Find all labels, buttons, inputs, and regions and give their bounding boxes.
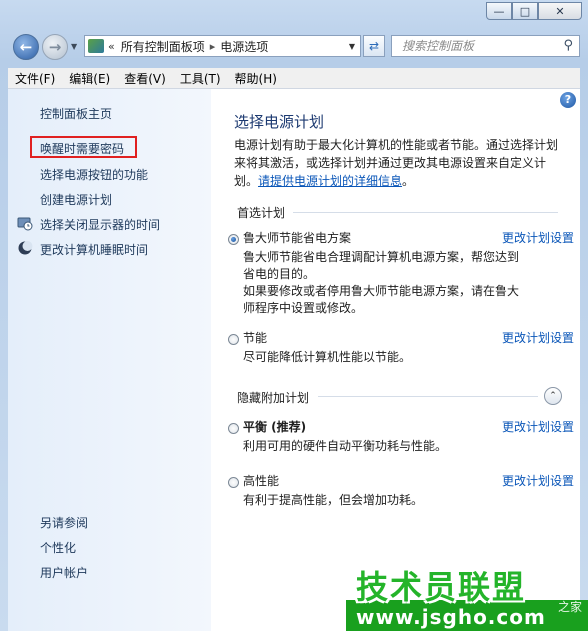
sidebar-item-change-sleep-time[interactable]: 更改计算机睡眠时间 <box>40 241 148 258</box>
intro-suffix: 。 <box>402 174 415 188</box>
address-bar[interactable]: « 所有控制面板项 ▸ 电源选项 ▼ <box>84 35 361 57</box>
menu-file[interactable]: 文件(F) <box>8 70 62 87</box>
plan-ludashi-change-settings[interactable]: 更改计划设置 <box>502 229 574 246</box>
main-panel: ? 选择电源计划 电源计划有助于最大化计算机的性能或者节能。通过选择计划 来将其… <box>211 89 580 631</box>
refresh-button[interactable]: ⇄ <box>363 35 385 57</box>
moon-icon <box>17 240 33 256</box>
plan-ludashi-desc-line: 省电的目的。 <box>243 267 316 281</box>
sidebar-item-create-power-plan[interactable]: 创建电源计划 <box>40 191 112 208</box>
plan-balanced-radio[interactable] <box>228 423 239 434</box>
breadcrumb-current[interactable]: 电源选项 <box>220 38 268 55</box>
content-area: 控制面板主页 唤醒时需要密码 选择电源按钮的功能 创建电源计划 选择关闭显示器的… <box>8 89 580 631</box>
navigation-bar: ← → ▼ « 所有控制面板项 ▸ 电源选项 ▼ ⇄ ⚲ <box>8 32 580 62</box>
maximize-button[interactable]: □ <box>512 2 538 20</box>
watermark-url: www.jsgho.com <box>356 605 546 629</box>
menu-view[interactable]: 查看(V) <box>117 70 173 87</box>
intro-prefix: 划。 <box>234 174 259 188</box>
search-input[interactable] <box>400 38 554 54</box>
plan-ludashi-name[interactable]: 鲁大师节能省电方案 <box>243 229 351 246</box>
see-also-user-accounts[interactable]: 用户帐户 <box>40 564 88 581</box>
minimize-button[interactable]: — <box>486 2 512 20</box>
plan-ludashi-desc-line: 如果要修改或者停用鲁大师节能电源方案，请在鲁大 <box>243 284 520 298</box>
help-icon[interactable]: ? <box>560 92 576 108</box>
forward-button[interactable]: → <box>42 34 68 60</box>
plan-ludashi-radio[interactable] <box>228 234 239 245</box>
intro-text: 电源计划有助于最大化计算机的性能或者节能。通过选择计划 来将其激活，或选择计划并… <box>234 136 569 190</box>
sidebar: 控制面板主页 唤醒时需要密码 选择电源按钮的功能 创建电源计划 选择关闭显示器的… <box>8 89 211 631</box>
sidebar-item-control-panel-home[interactable]: 控制面板主页 <box>40 105 112 122</box>
plan-ludashi-desc-line: 师程序中设置或修改。 <box>243 301 364 315</box>
chevron-up-icon[interactable]: ⌃ <box>544 387 562 405</box>
intro-line-2: 来将其激活，或选择计划并通过更改其电源设置来自定义计 <box>234 156 547 170</box>
close-button[interactable]: ✕ <box>538 2 582 20</box>
search-icon[interactable]: ⚲ <box>563 38 573 53</box>
plan-power-saver-change-settings[interactable]: 更改计划设置 <box>502 329 574 346</box>
intro-line-3: 划。请提供电源计划的详细信息。 <box>234 172 569 190</box>
intro-line-1: 电源计划有助于最大化计算机的性能或者节能。通过选择计划 <box>234 138 559 152</box>
sidebar-item-turn-off-display-time[interactable]: 选择关闭显示器的时间 <box>40 216 160 233</box>
menu-edit[interactable]: 编辑(E) <box>62 70 117 87</box>
monitor-clock-icon <box>17 215 33 231</box>
menu-help[interactable]: 帮助(H) <box>228 70 284 87</box>
see-also-heading: 另请参阅 <box>40 516 89 530</box>
power-options-window: — □ ✕ ← → ▼ « 所有控制面板项 ▸ 电源选项 ▼ ⇄ ⚲ 文件(F)… <box>0 0 588 631</box>
preferred-plans-divider <box>293 212 558 213</box>
plan-high-performance-radio[interactable] <box>228 477 239 488</box>
preferred-plans-heading: 首选计划 <box>237 206 286 220</box>
control-panel-icon <box>88 39 104 53</box>
search-box[interactable]: ⚲ <box>391 35 580 57</box>
plan-balanced-change-settings[interactable]: 更改计划设置 <box>502 418 574 435</box>
see-also-personalization[interactable]: 个性化 <box>40 539 76 556</box>
plan-details-link[interactable]: 请提供电源计划的详细信息 <box>258 174 402 188</box>
sidebar-item-power-button-function[interactable]: 选择电源按钮的功能 <box>40 166 148 183</box>
plan-power-saver-radio[interactable] <box>228 334 239 345</box>
plan-balanced-description: 利用可用的硬件自动平衡功耗与性能。 <box>243 439 448 453</box>
back-button[interactable]: ← <box>13 34 39 60</box>
page-title: 选择电源计划 <box>234 113 325 131</box>
plan-power-saver-description: 尽可能降低计算机性能以节能。 <box>243 350 412 364</box>
menu-bar: 文件(F) 编辑(E) 查看(V) 工具(T) 帮助(H) <box>8 68 580 89</box>
breadcrumb-overflow-icon[interactable]: « <box>108 40 115 53</box>
plan-balanced-name[interactable]: 平衡 (推荐) <box>243 418 306 435</box>
hidden-plans-divider <box>318 396 538 397</box>
watermark-suffix: 之家 <box>557 600 582 614</box>
address-dropdown-icon[interactable]: ▼ <box>344 42 360 51</box>
plan-high-performance-change-settings[interactable]: 更改计划设置 <box>502 472 574 489</box>
sidebar-item-require-password-on-wakeup[interactable]: 唤醒时需要密码 <box>40 140 124 157</box>
arrow-right-icon: → <box>48 38 62 56</box>
refresh-icon: ⇄ <box>368 39 380 53</box>
plan-power-saver-name[interactable]: 节能 <box>243 329 267 346</box>
watermark-title: 技术员联盟 <box>356 568 527 606</box>
menu-tools[interactable]: 工具(T) <box>173 70 228 87</box>
recent-pages-dropdown[interactable]: ▼ <box>71 42 77 51</box>
plan-high-performance-description: 有利于提高性能，但会增加功耗。 <box>243 493 424 507</box>
arrow-left-icon: ← <box>19 38 33 56</box>
window-caption-buttons: — □ ✕ <box>486 2 582 20</box>
plan-ludashi-desc-line: 鲁大师节能省电合理调配计算机电源方案，帮您达到 <box>243 250 520 264</box>
plan-ludashi-description: 鲁大师节能省电合理调配计算机电源方案，帮您达到 省电的目的。 如果要修改或者停用… <box>243 249 543 317</box>
plan-high-performance-name[interactable]: 高性能 <box>243 472 279 489</box>
breadcrumb-root[interactable]: 所有控制面板项 <box>121 38 205 55</box>
hidden-plans-heading: 隐藏附加计划 <box>237 391 310 405</box>
breadcrumb-separator-icon[interactable]: ▸ <box>210 40 216 53</box>
